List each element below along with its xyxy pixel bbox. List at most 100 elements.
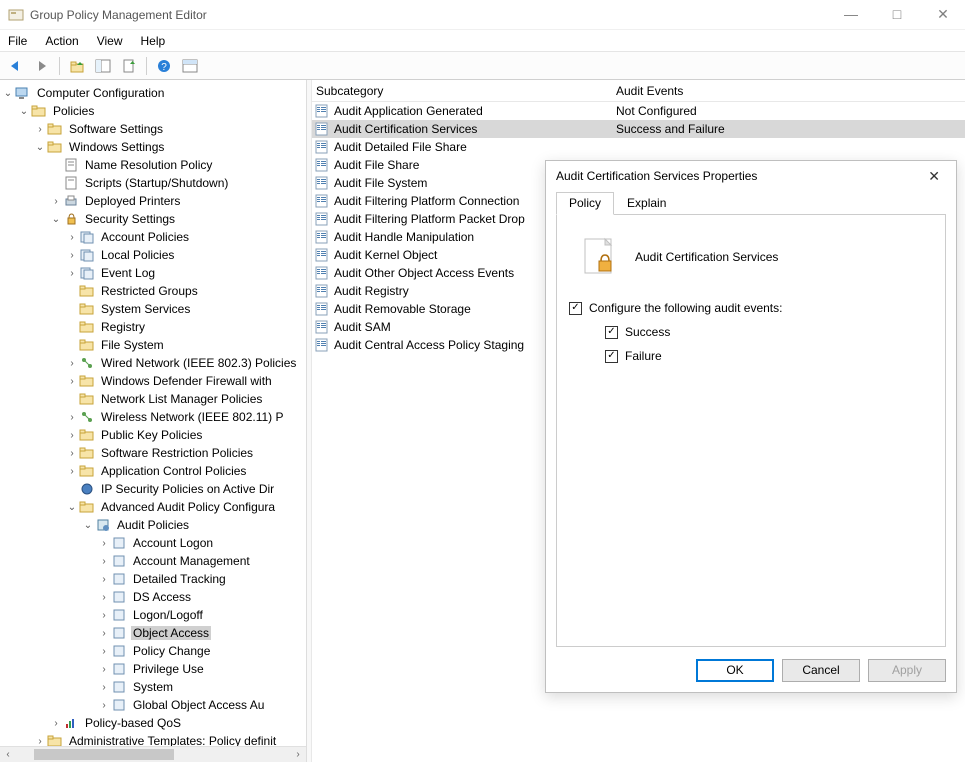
list-row[interactable]: Audit Application GeneratedNot Configure… <box>312 102 965 120</box>
chevron-down-icon[interactable]: ⌄ <box>66 501 78 513</box>
up-button[interactable] <box>65 55 89 77</box>
tree-software-restriction[interactable]: ›Software Restriction Policies <box>66 444 306 462</box>
chevron-right-icon[interactable]: › <box>50 195 62 207</box>
tree-policies[interactable]: ⌄ Policies <box>18 102 306 120</box>
chevron-down-icon[interactable]: ⌄ <box>50 213 62 225</box>
menu-file[interactable]: File <box>8 34 27 48</box>
tree-software-settings[interactable]: ›Software Settings <box>34 120 306 138</box>
chevron-down-icon[interactable]: ⌄ <box>82 519 94 531</box>
tree-account-mgmt[interactable]: ›Account Management <box>98 552 306 570</box>
tree-defender-firewall[interactable]: ›Windows Defender Firewall with <box>66 372 306 390</box>
chevron-right-icon[interactable]: › <box>66 411 78 423</box>
tree-app-control[interactable]: ›Application Control Policies <box>66 462 306 480</box>
tree-object-access[interactable]: ›Object Access <box>98 624 306 642</box>
chevron-right-icon[interactable]: › <box>98 627 110 639</box>
scroll-right-icon[interactable]: › <box>290 747 306 762</box>
tree-policy-qos[interactable]: ›Policy-based QoS <box>50 714 306 732</box>
chevron-right-icon[interactable]: › <box>66 465 78 477</box>
menu-action[interactable]: Action <box>45 34 78 48</box>
chevron-right-icon[interactable]: › <box>98 645 110 657</box>
column-audit-events[interactable]: Audit Events <box>612 84 965 98</box>
ok-button[interactable]: OK <box>696 659 774 682</box>
dialog-close-button[interactable]: ✕ <box>922 166 946 187</box>
scroll-thumb[interactable] <box>34 749 174 760</box>
chevron-right-icon[interactable]: › <box>98 591 110 603</box>
tree-deployed-printers[interactable]: ›Deployed Printers <box>50 192 306 210</box>
chevron-down-icon[interactable]: ⌄ <box>34 141 46 153</box>
column-subcategory[interactable]: Subcategory <box>312 84 612 98</box>
scroll-left-icon[interactable]: ‹ <box>0 747 16 762</box>
menu-help[interactable]: Help <box>141 34 166 48</box>
tree-logon-logoff[interactable]: ›Logon/Logoff <box>98 606 306 624</box>
chevron-right-icon[interactable]: › <box>98 573 110 585</box>
tree-computer-config[interactable]: ⌄ Computer Configuration <box>2 84 306 102</box>
nav-forward-button[interactable] <box>30 55 54 77</box>
tree-privilege-use[interactable]: ›Privilege Use <box>98 660 306 678</box>
tab-policy[interactable]: Policy <box>556 192 614 215</box>
tree-account-logon[interactable]: ›Account Logon <box>98 534 306 552</box>
tree-wireless-network[interactable]: ›Wireless Network (IEEE 802.11) P <box>66 408 306 426</box>
chevron-down-icon[interactable]: ⌄ <box>2 87 14 99</box>
close-button[interactable]: ✕ <box>929 6 957 23</box>
tree-system[interactable]: ›System <box>98 678 306 696</box>
nav-back-button[interactable] <box>4 55 28 77</box>
minimize-button[interactable]: — <box>837 6 865 23</box>
tree-scripts[interactable]: ›Scripts (Startup/Shutdown) <box>50 174 306 192</box>
tree-advanced-audit[interactable]: ⌄Advanced Audit Policy Configura <box>66 498 306 516</box>
tree-windows-settings[interactable]: ⌄Windows Settings <box>34 138 306 156</box>
maximize-button[interactable]: □ <box>883 6 911 23</box>
tree-wired-network[interactable]: ›Wired Network (IEEE 802.3) Policies <box>66 354 306 372</box>
chevron-right-icon[interactable]: › <box>98 555 110 567</box>
list-row[interactable]: Audit Certification ServicesSuccess and … <box>312 120 965 138</box>
show-hide-pane-button[interactable] <box>91 55 115 77</box>
list-cell-events: Success and Failure <box>612 122 965 136</box>
chevron-right-icon[interactable]: › <box>50 717 62 729</box>
tree-ds-access[interactable]: ›DS Access <box>98 588 306 606</box>
chevron-right-icon[interactable]: › <box>66 375 78 387</box>
chevron-right-icon[interactable]: › <box>98 681 110 693</box>
chevron-right-icon[interactable]: › <box>66 429 78 441</box>
chevron-right-icon[interactable]: › <box>98 537 110 549</box>
tree-security-settings[interactable]: ⌄Security Settings <box>50 210 306 228</box>
tree-policy-change[interactable]: ›Policy Change <box>98 642 306 660</box>
audit-item-icon <box>111 535 127 551</box>
list-row[interactable]: Audit Detailed File Share <box>312 138 965 156</box>
tree-public-key[interactable]: ›Public Key Policies <box>66 426 306 444</box>
chevron-right-icon[interactable]: › <box>66 357 78 369</box>
tree-global-object-access[interactable]: ›Global Object Access Au <box>98 696 306 714</box>
chevron-right-icon[interactable]: › <box>98 699 110 711</box>
chevron-down-icon[interactable]: ⌄ <box>18 105 30 117</box>
tree-audit-policies[interactable]: ⌄Audit Policies <box>82 516 306 534</box>
apply-button[interactable]: Apply <box>868 659 946 682</box>
tree-file-system[interactable]: ›File System <box>66 336 306 354</box>
tree-local-policies[interactable]: ›Local Policies <box>66 246 306 264</box>
chevron-right-icon[interactable]: › <box>98 609 110 621</box>
chevron-right-icon[interactable]: › <box>98 663 110 675</box>
chevron-right-icon[interactable]: › <box>66 249 78 261</box>
checkbox-configure[interactable]: ✓ Configure the following audit events: <box>569 301 933 315</box>
tree-system-services[interactable]: ›System Services <box>66 300 306 318</box>
chevron-right-icon[interactable]: › <box>34 735 46 746</box>
chevron-right-icon[interactable]: › <box>66 267 78 279</box>
tree-event-log[interactable]: ›Event Log <box>66 264 306 282</box>
tree-registry[interactable]: ›Registry <box>66 318 306 336</box>
tab-explain[interactable]: Explain <box>614 192 679 215</box>
tree-restricted-groups[interactable]: ›Restricted Groups <box>66 282 306 300</box>
tree-account-policies[interactable]: ›Account Policies <box>66 228 306 246</box>
checkbox-failure[interactable]: ✓ Failure <box>605 349 933 363</box>
cancel-button[interactable]: Cancel <box>782 659 860 682</box>
export-button[interactable] <box>117 55 141 77</box>
tree-network-list[interactable]: ›Network List Manager Policies <box>66 390 306 408</box>
help-button[interactable]: ? <box>152 55 176 77</box>
tree-detailed-tracking[interactable]: ›Detailed Tracking <box>98 570 306 588</box>
chevron-right-icon[interactable]: › <box>66 447 78 459</box>
chevron-right-icon[interactable]: › <box>34 123 46 135</box>
tree-nrp[interactable]: ›Name Resolution Policy <box>50 156 306 174</box>
checkbox-success[interactable]: ✓ Success <box>605 325 933 339</box>
tree-horizontal-scrollbar[interactable]: ‹ › <box>0 746 306 762</box>
tree-ipsec[interactable]: ›IP Security Policies on Active Dir <box>66 480 306 498</box>
tree-admin-templates[interactable]: ›Administrative Templates: Policy defini… <box>34 732 306 746</box>
view-button[interactable] <box>178 55 202 77</box>
chevron-right-icon[interactable]: › <box>66 231 78 243</box>
menu-view[interactable]: View <box>97 34 123 48</box>
